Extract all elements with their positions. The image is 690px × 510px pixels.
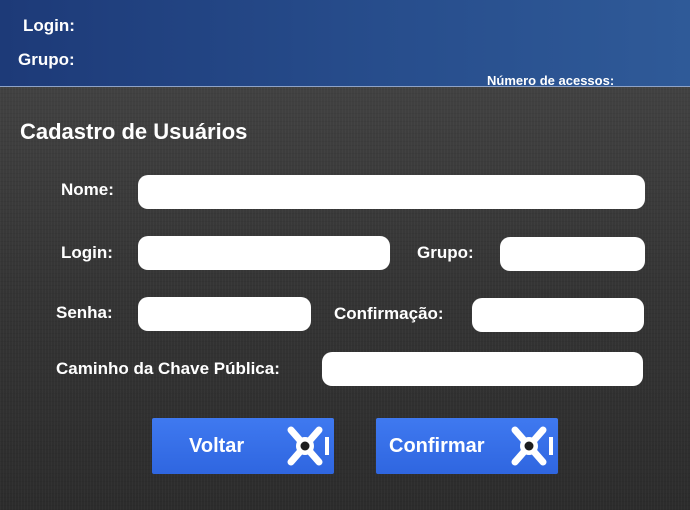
nome-label: Nome:: [61, 180, 114, 199]
header-grupo-label: Grupo:: [18, 50, 75, 69]
header-login-label: Login:: [23, 16, 75, 35]
confirmacao-label: Confirmação:: [334, 304, 444, 323]
safe-dial-icon: [511, 426, 553, 466]
grupo-label: Grupo:: [417, 243, 474, 262]
login-label: Login:: [61, 243, 113, 262]
confirmar-button-label: Confirmar: [389, 435, 485, 457]
login-input[interactable]: [138, 236, 390, 270]
voltar-button-label: Voltar: [189, 435, 245, 457]
page-title: Cadastro de Usuários: [20, 119, 248, 144]
chave-publica-label: Caminho da Chave Pública:: [56, 359, 280, 378]
header-access-count-label: Número de acessos:: [487, 73, 615, 88]
voltar-button[interactable]: Voltar: [152, 418, 334, 474]
confirmacao-input[interactable]: [472, 298, 644, 332]
top-header: Login: Grupo: Número de acessos:: [0, 0, 690, 88]
safe-dial-icon: [287, 426, 329, 466]
chave-publica-input[interactable]: [322, 352, 643, 386]
senha-label: Senha:: [56, 303, 113, 322]
grupo-input[interactable]: [500, 237, 645, 271]
confirmar-button[interactable]: Confirmar: [376, 418, 558, 474]
senha-input[interactable]: [138, 297, 311, 331]
nome-input[interactable]: [138, 175, 645, 209]
